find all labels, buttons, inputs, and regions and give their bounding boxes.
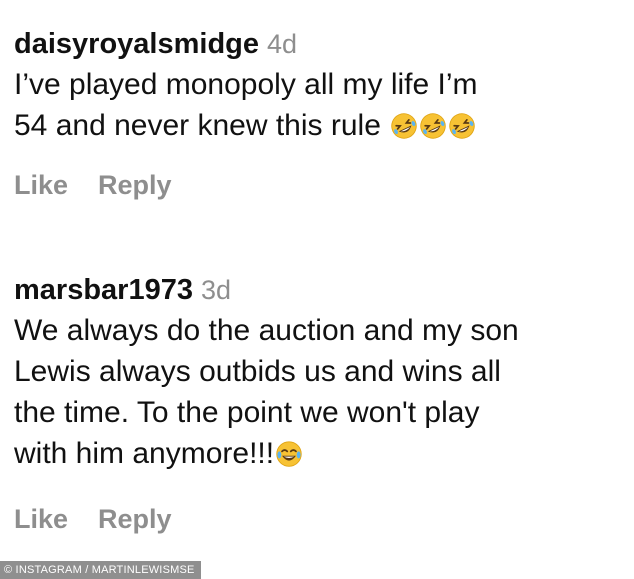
comment: daisyroyalsmidge 4d I’ve played monopoly… — [14, 24, 622, 201]
like-button[interactable]: Like — [14, 504, 68, 535]
comment-actions: Like Reply — [14, 170, 622, 201]
rolling-on-floor-laughing-icon — [418, 109, 447, 142]
comment-text-line: Lewis always outbids us and wins all — [14, 355, 501, 388]
comment-actions: Like Reply — [14, 504, 622, 535]
comment: marsbar1973 3d We always do the auction … — [14, 270, 622, 535]
rolling-on-floor-laughing-icon — [389, 109, 418, 142]
comment-timestamp[interactable]: 3d — [201, 270, 231, 310]
comment-text-line: with him anymore!!! — [14, 437, 275, 470]
rolling-on-floor-laughing-icon — [447, 109, 476, 142]
like-button[interactable]: Like — [14, 170, 68, 201]
comment-timestamp[interactable]: 4d — [267, 24, 297, 64]
reply-button[interactable]: Reply — [98, 504, 172, 535]
comment-text-line: the time. To the point we won't play — [14, 396, 480, 429]
reply-button[interactable]: Reply — [98, 170, 172, 201]
comment-text-line: We always do the auction and my son — [14, 314, 519, 347]
comment-text-line: 54 and never knew this rule — [14, 109, 390, 142]
comment-username[interactable]: daisyroyalsmidge — [14, 24, 259, 64]
comment-text: I’ve played monopoly all my life I’m 54 … — [14, 64, 622, 146]
tears-of-joy-icon — [274, 437, 303, 470]
comment-text: We always do the auction and my son Lewi… — [14, 310, 622, 474]
image-credit: © INSTAGRAM / MARTINLEWISMSE — [0, 561, 201, 579]
comment-header: marsbar1973 3d — [14, 270, 622, 310]
comment-text-line: I’ve played monopoly all my life I’m — [14, 68, 478, 101]
comment-header: daisyroyalsmidge 4d — [14, 24, 622, 64]
comment-username[interactable]: marsbar1973 — [14, 270, 193, 310]
